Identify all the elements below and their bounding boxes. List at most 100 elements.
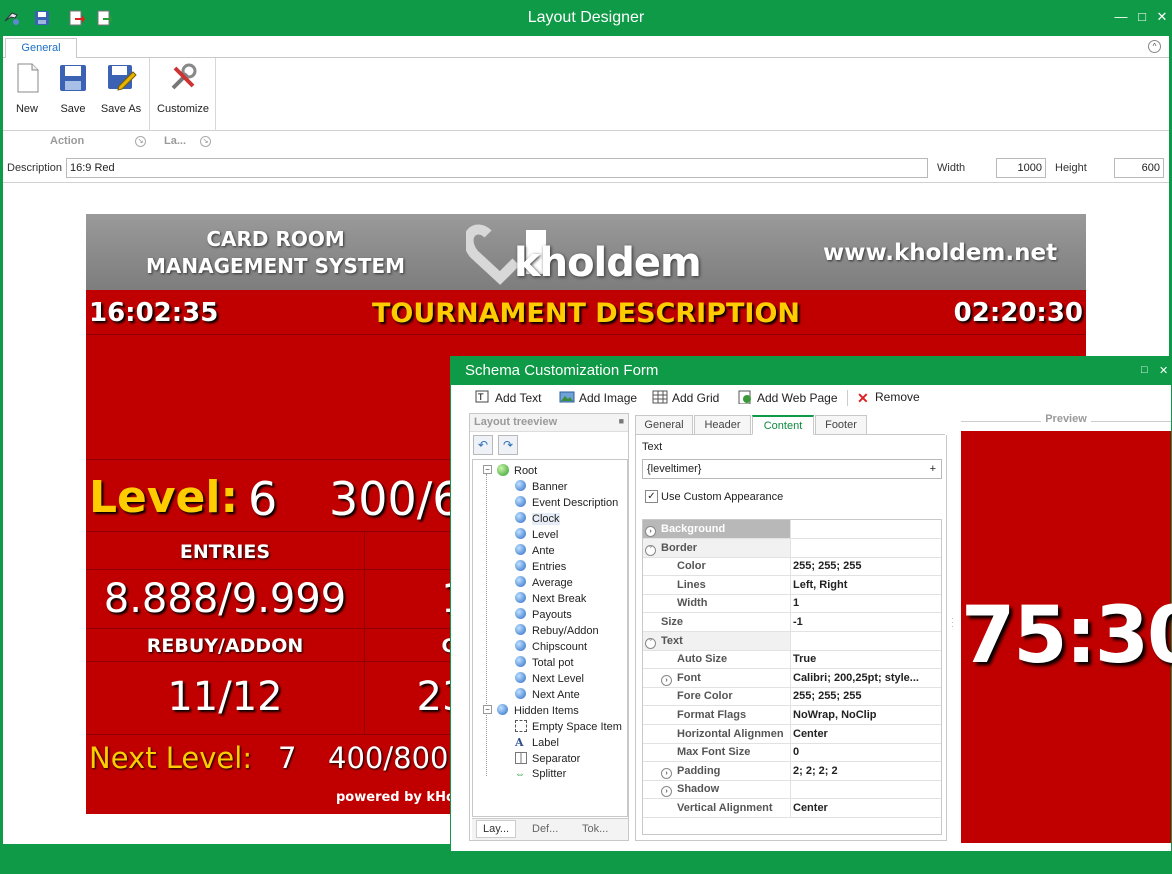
property-value[interactable]: -1 [793,616,939,628]
property-value[interactable]: 255; 255; 255 [793,690,939,702]
tree-item-level[interactable]: Level [515,528,558,541]
tree-item-payouts[interactable]: Payouts [515,608,572,621]
tree-item-separator[interactable]: Separator [515,752,580,765]
add-grid-button[interactable]: Add Grid [652,390,719,405]
property-row[interactable]: ˇ Border [643,538,941,558]
tree-item-ante[interactable]: Ante [515,544,555,557]
tree-item-rebuy-addon[interactable]: Rebuy/Addon [515,624,599,637]
customize-button[interactable]: Customize [155,62,211,120]
close-icon[interactable]: ✕ [1153,8,1171,26]
tree-item-event-description[interactable]: Event Description [515,496,618,509]
tree-item-entries[interactable]: Entries [515,560,566,573]
property-row[interactable]: › Font Calibri; 200,25pt; style... [643,668,941,688]
tree-item-empty-space[interactable]: Empty Space Item [515,720,622,733]
banner[interactable]: CARD ROOM MANAGEMENT SYSTEM kholdem www.… [86,214,1086,290]
property-value[interactable]: NoWrap, NoClip [793,709,939,721]
add-web-page-button[interactable]: Add Web Page [737,390,838,405]
property-row[interactable]: Max Font Size 0 [643,743,941,763]
height-input[interactable]: 600 [1114,158,1164,178]
layout-tree[interactable]: − Root Banner Event Description Clock Lev… [472,459,628,817]
tree-item-average[interactable]: Average [515,576,573,589]
expand-icon[interactable]: + [930,460,936,478]
minimize-icon[interactable]: — [1112,8,1130,26]
group-expand-icon[interactable]: ↘ [135,136,146,147]
maximize-icon[interactable]: □ [1133,8,1151,26]
property-value[interactable]: 2; 2; 2; 2 [793,765,939,777]
property-value[interactable]: 255; 255; 255 [793,560,939,572]
property-grid[interactable]: › Background ˇ Border Color 255; 255; 255 Line… [642,519,942,835]
property-row[interactable]: Format Flags NoWrap, NoClip [643,706,941,725]
property-value[interactable]: True [793,653,939,665]
undo-icon[interactable]: ↶ [473,435,493,455]
description-row: Description 16:9 Red Width 1000 Height 6… [3,155,1169,183]
tab-header[interactable]: Header [694,415,751,435]
close-icon[interactable]: ✕ [1159,364,1168,377]
maximize-icon[interactable]: □ [1141,364,1148,376]
property-value[interactable]: 1 [793,597,939,609]
collapse-icon[interactable]: ˇ [645,544,656,556]
property-row[interactable]: Color 255; 255; 255 [643,557,941,577]
label-icon: A [515,736,524,749]
tree-item-label: Separator [532,753,581,765]
property-row[interactable]: Horizontal Alignmen Center [643,724,941,744]
description-input[interactable]: 16:9 Red [66,158,928,178]
property-value[interactable]: Calibri; 200,25pt; style... [793,672,939,684]
property-value[interactable]: Left, Right [793,579,939,591]
add-text-button[interactable]: T Add Text [475,390,541,405]
property-row[interactable]: Size -1 [643,613,941,632]
expand-icon[interactable]: › [661,786,672,798]
remove-button[interactable]: ✕ Remove [857,390,920,405]
width-input[interactable]: 1000 [996,158,1046,178]
property-row[interactable]: ˇ Text [643,631,941,651]
property-row[interactable]: › Background [643,520,941,539]
tree-item-chipscount[interactable]: Chipscount [515,640,587,653]
tab-general[interactable]: General [635,415,693,435]
new-button[interactable]: New [9,62,45,120]
save-button[interactable]: Save [55,62,91,120]
expand-icon[interactable]: › [645,526,656,537]
collapse-icon[interactable]: − [483,705,492,714]
collapse-icon[interactable]: − [483,465,492,474]
tree-item-next-break[interactable]: Next Break [515,592,586,605]
property-row[interactable]: › Padding 2; 2; 2; 2 [643,761,941,781]
property-row[interactable]: Width 1 [643,594,941,614]
expand-icon[interactable]: › [661,674,672,686]
tree-item-label[interactable]: A Label [515,736,559,749]
tab-general[interactable]: General [5,38,77,59]
pin-icon[interactable]: ■ [619,416,624,426]
tree-item-clock[interactable]: Clock [515,512,560,525]
add-image-button[interactable]: Add Image [559,390,637,405]
property-row[interactable]: Fore Color 255; 255; 255 [643,687,941,707]
clock-row[interactable]: 16:02:35 TOURNAMENT DESCRIPTION 02:20:30 [86,290,1086,335]
tab-layout[interactable]: Lay... [476,820,517,838]
tab-content[interactable]: Content [752,415,814,435]
tab-tokens[interactable]: Tok... [582,823,608,835]
custom-appearance-checkbox[interactable]: ✓ [645,490,658,503]
tree-item-next-ante[interactable]: Next Ante [515,688,580,701]
tree-item-label: Event Description [532,497,619,509]
property-row[interactable]: Lines Left, Right [643,575,941,595]
expand-icon[interactable]: › [661,767,672,779]
tab-footer[interactable]: Footer [815,415,867,435]
text-input[interactable]: {leveltimer} + [642,459,942,479]
tab-defaults[interactable]: Def... [532,823,558,835]
save-as-button[interactable]: Save As [99,62,143,120]
property-value[interactable]: Center [793,802,939,814]
tree-item-total-pot[interactable]: Total pot [515,656,574,669]
tree-item-splitter[interactable]: ⇔ Splitter [515,768,566,780]
property-row[interactable]: › Shadow [643,780,941,800]
property-row[interactable]: Auto Size True [643,650,941,670]
property-name: Format Flags [643,706,791,724]
tree-hidden-items[interactable]: − Hidden Items [483,704,579,717]
property-row[interactable]: Vertical Alignment Center [643,799,941,818]
panel-splitter[interactable]: · · · [951,615,955,631]
tree-item-banner[interactable]: Banner [515,480,567,493]
redo-icon[interactable]: ↷ [498,435,518,455]
property-value[interactable]: 0 [793,746,939,758]
group-expand-icon[interactable]: ↘ [200,136,211,147]
property-value[interactable]: Center [793,728,939,740]
tree-root[interactable]: − Root [483,464,537,477]
ribbon-collapse-icon[interactable]: ^ [1148,40,1161,53]
collapse-icon[interactable]: ˇ [645,637,656,649]
tree-item-next-level[interactable]: Next Level [515,672,584,685]
